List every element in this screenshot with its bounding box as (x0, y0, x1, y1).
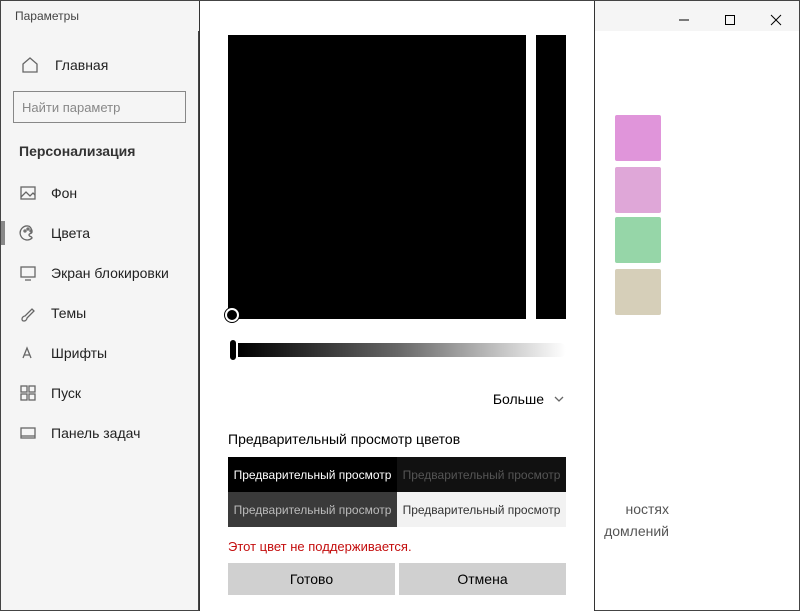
chevron-down-icon (552, 392, 566, 406)
home-icon (21, 56, 39, 74)
search-box[interactable] (13, 91, 186, 123)
preview-header: Предварительный просмотр цветов (228, 431, 460, 447)
brush-icon (19, 304, 37, 322)
cancel-button[interactable]: Отмена (399, 563, 566, 595)
partial-text: ностях (625, 501, 669, 517)
window-title: Параметры (1, 9, 79, 23)
partial-text: домлений (604, 523, 669, 539)
sidebar-item-label: Цвета (51, 225, 90, 241)
sidebar-item-label: Экран блокировки (51, 265, 169, 281)
sidebar: Главная Персонализация Фон Цвета Экран б… (1, 31, 199, 610)
color-picker-flyout: Больше Предварительный просмотр цветов П… (199, 1, 595, 611)
settings-window: Параметры Главная Персонализация Фон Цве… (0, 0, 800, 611)
saturation-value-field[interactable] (228, 35, 526, 319)
more-label: Больше (493, 391, 544, 407)
preview-grid: Предварительный просмотр Предварительный… (228, 457, 566, 527)
home-label: Главная (55, 57, 108, 73)
search-input[interactable] (14, 100, 198, 115)
font-icon (19, 344, 37, 362)
done-button[interactable]: Готово (228, 563, 395, 595)
palette-icon (19, 224, 37, 242)
taskbar-icon (19, 424, 37, 442)
color-swatch[interactable] (615, 269, 661, 315)
error-message: Этот цвет не поддерживается. (228, 539, 412, 554)
picker-area (228, 35, 566, 319)
sidebar-item-start[interactable]: Пуск (1, 373, 198, 413)
sv-thumb[interactable] (225, 308, 239, 322)
value-slider[interactable] (228, 343, 566, 357)
color-swatch[interactable] (615, 115, 661, 161)
sidebar-item-label: Пуск (51, 385, 81, 401)
sidebar-item-taskbar[interactable]: Панель задач (1, 413, 198, 453)
sidebar-item-background[interactable]: Фон (1, 173, 198, 213)
preview-tile-gray: Предварительный просмотр (228, 492, 397, 527)
preview-tile-dark: Предварительный просмотр (397, 457, 566, 492)
hue-slider[interactable] (536, 35, 566, 319)
more-toggle[interactable]: Больше (493, 391, 566, 407)
sidebar-item-colors[interactable]: Цвета (1, 213, 198, 253)
section-header: Персонализация (1, 143, 198, 173)
preview-tile-dark-accent: Предварительный просмотр (228, 457, 397, 492)
sidebar-item-label: Шрифты (51, 345, 107, 361)
home-nav[interactable]: Главная (1, 45, 198, 85)
sidebar-item-themes[interactable]: Темы (1, 293, 198, 333)
preview-tile-light: Предварительный просмотр (397, 492, 566, 527)
sidebar-item-label: Фон (51, 185, 77, 201)
image-icon (19, 184, 37, 202)
sidebar-item-fonts[interactable]: Шрифты (1, 333, 198, 373)
dialog-buttons: Готово Отмена (228, 563, 566, 595)
sidebar-item-lockscreen[interactable]: Экран блокировки (1, 253, 198, 293)
start-icon (19, 384, 37, 402)
color-swatch[interactable] (615, 167, 661, 213)
slider-thumb[interactable] (228, 338, 238, 362)
sidebar-item-label: Панель задач (51, 425, 140, 441)
color-swatch[interactable] (615, 217, 661, 263)
monitor-icon (19, 264, 37, 282)
sidebar-item-label: Темы (51, 305, 86, 321)
